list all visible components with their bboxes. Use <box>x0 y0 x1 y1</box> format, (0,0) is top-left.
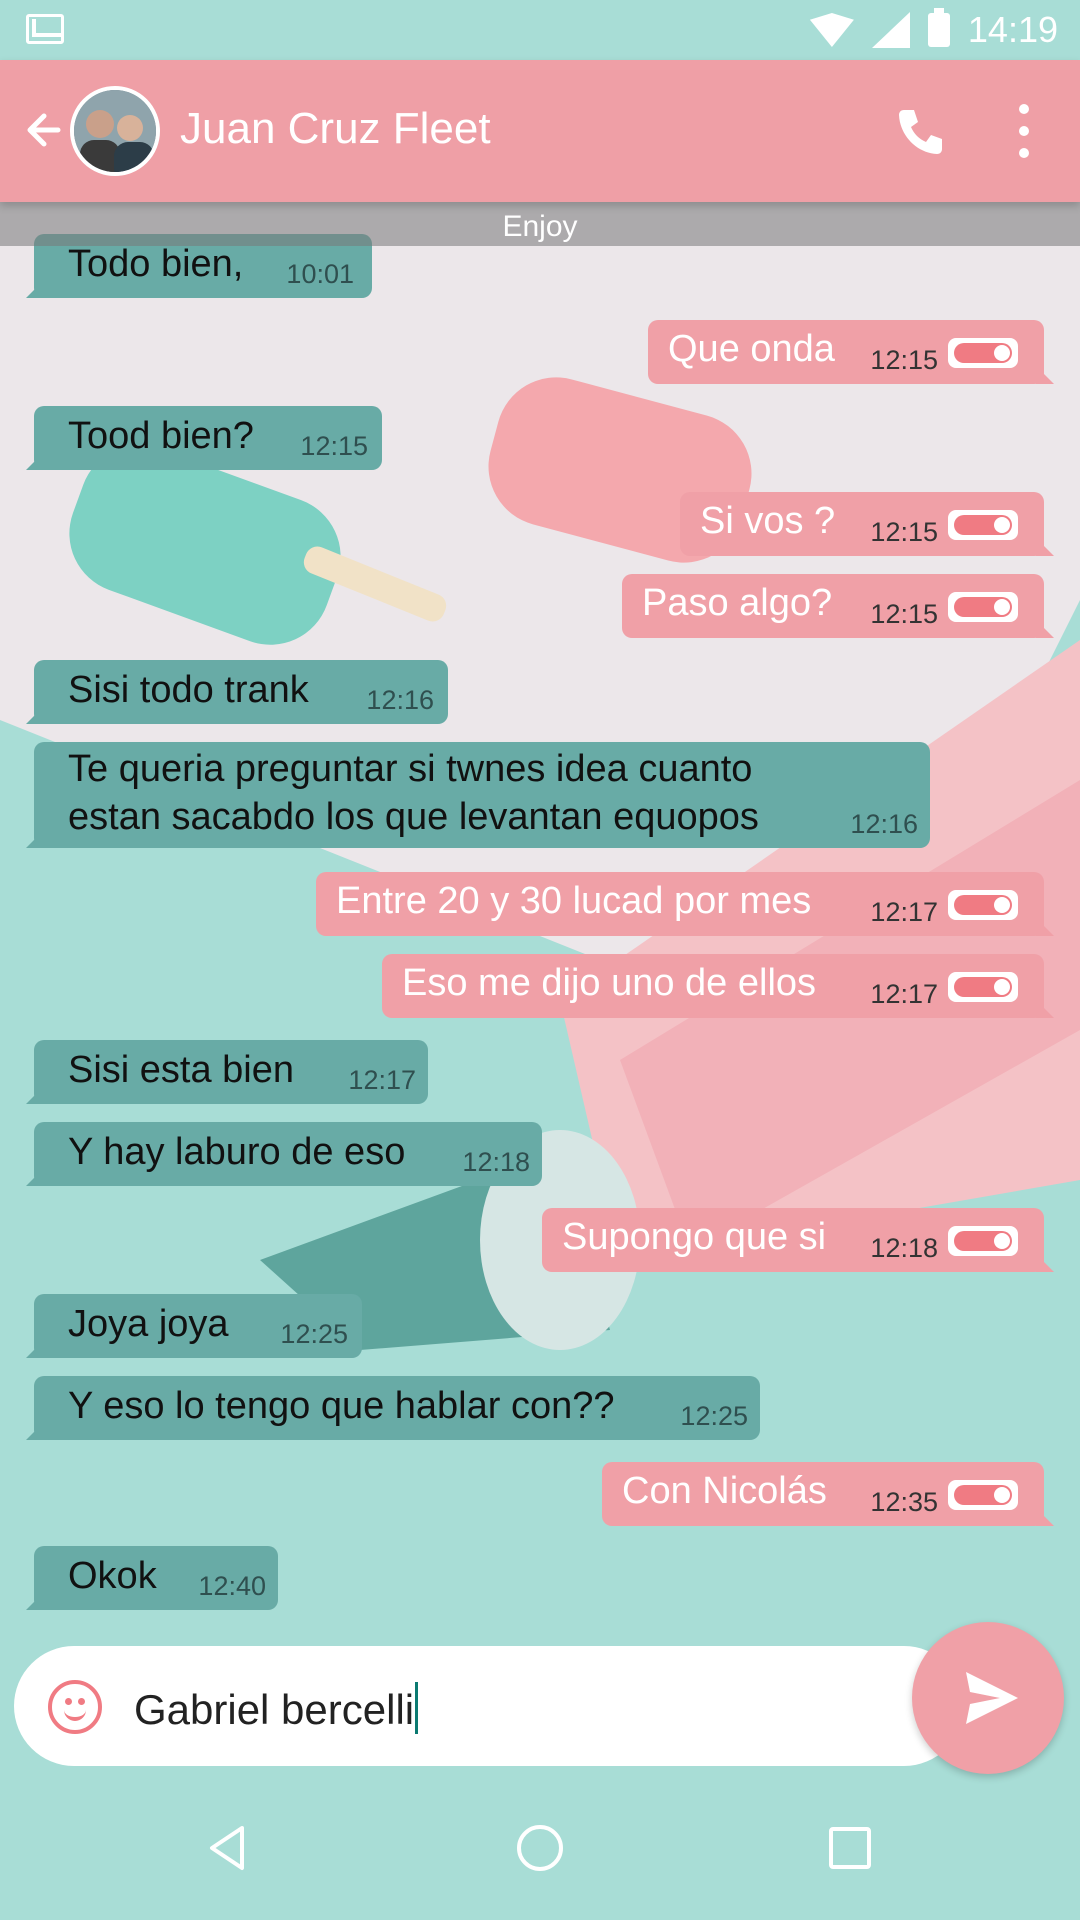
message-text: Okok <box>68 1555 157 1597</box>
message-time: 12:35 <box>870 1487 938 1517</box>
message-time: 12:17 <box>870 897 938 927</box>
message-outgoing[interactable]: Que onda 12:15 <box>648 320 1054 384</box>
system-navigation-bar <box>0 1776 1080 1920</box>
message-incoming[interactable]: Okok 12:40 <box>26 1546 278 1610</box>
message-text: Que onda <box>668 328 835 370</box>
message-time: 12:25 <box>280 1319 348 1349</box>
date-banner: Enjoy <box>0 202 1080 246</box>
message-outgoing[interactable]: Con Nicolás 12:35 <box>602 1462 1054 1526</box>
status-bar: 14:19 <box>0 0 1080 60</box>
message-time: 10:01 <box>286 259 354 289</box>
message-time: 12:17 <box>348 1065 416 1095</box>
message-text: Eso me dijo uno de ellos <box>402 962 817 1004</box>
message-input-value: Gabriel bercelli <box>134 1686 415 1733</box>
text-cursor <box>415 1682 419 1734</box>
message-text: Y hay laburo de eso <box>68 1131 406 1173</box>
message-text: Tood bien? <box>68 415 254 457</box>
message-time: 12:18 <box>462 1147 530 1177</box>
circle-home-icon[interactable] <box>514 1822 566 1874</box>
triangle-back-icon[interactable] <box>202 1822 254 1874</box>
send-icon <box>966 1672 1018 1724</box>
message-incoming[interactable]: Te queria preguntar si twnes idea cuanto… <box>26 742 930 848</box>
message-incoming[interactable]: Sisi todo trank 12:16 <box>26 660 448 724</box>
message-status-icon <box>948 1480 1018 1510</box>
message-time: 12:25 <box>680 1401 748 1431</box>
message-text: Supongo que si <box>562 1216 827 1258</box>
send-button[interactable] <box>912 1622 1064 1774</box>
emoji-icon[interactable] <box>48 1680 102 1734</box>
wifi-icon <box>809 13 854 47</box>
date-banner-label: Enjoy <box>502 210 578 243</box>
message-text: Entre 20 y 30 lucad por mes <box>336 880 812 922</box>
battery-icon <box>927 8 950 47</box>
message-text-line: Te queria preguntar si twnes idea cuanto <box>68 748 753 790</box>
message-outgoing[interactable]: Paso algo? 12:15 <box>622 574 1054 638</box>
message-time: 12:16 <box>850 809 918 839</box>
message-incoming[interactable]: Joya joya 12:25 <box>26 1294 362 1358</box>
message-text: Todo bien, <box>68 243 244 285</box>
message-time: 12:15 <box>870 517 938 547</box>
cell-signal-icon <box>871 12 910 48</box>
message-incoming[interactable]: Y hay laburo de eso 12:18 <box>26 1122 542 1186</box>
message-text: Sisi todo trank <box>68 669 309 711</box>
message-outgoing[interactable]: Si vos ? 12:15 <box>680 492 1054 556</box>
message-text-line: estan sacabdo los que levantan equopos <box>68 796 759 838</box>
message-text: Paso algo? <box>642 582 833 624</box>
message-text: Y eso lo tengo que hablar con?? <box>68 1385 615 1427</box>
message-input[interactable]: Gabriel bercelli <box>134 1682 419 1734</box>
message-status-icon <box>948 1226 1018 1256</box>
message-time: 12:15 <box>870 599 938 629</box>
message-outgoing[interactable]: Supongo que si 12:18 <box>542 1208 1054 1272</box>
message-text: Con Nicolás <box>622 1470 827 1512</box>
more-vert-icon[interactable] <box>1000 98 1048 164</box>
message-composer: Gabriel bercelli <box>14 1646 964 1766</box>
message-status-icon <box>948 510 1018 540</box>
message-incoming[interactable]: Sisi esta bien 12:17 <box>26 1040 428 1104</box>
message-status-icon <box>948 890 1018 920</box>
message-time: 12:15 <box>870 345 938 375</box>
contact-name[interactable]: Juan Cruz Fleet <box>180 104 491 154</box>
message-time: 12:16 <box>366 685 434 715</box>
chat-header: Juan Cruz Fleet <box>0 60 1080 202</box>
message-status-icon <box>948 972 1018 1002</box>
message-text: Sisi esta bien <box>68 1049 295 1091</box>
square-recents-icon[interactable] <box>824 1822 876 1874</box>
message-status-icon <box>948 338 1018 368</box>
message-outgoing[interactable]: Entre 20 y 30 lucad por mes 12:17 <box>316 872 1054 936</box>
phone-icon[interactable] <box>890 102 950 162</box>
avatar[interactable] <box>70 86 160 176</box>
message-outgoing[interactable]: Eso me dijo uno de ellos 12:17 <box>382 954 1054 1018</box>
status-time: 14:19 <box>967 9 1058 50</box>
message-text: Si vos ? <box>700 500 836 542</box>
message-time: 12:18 <box>870 1233 938 1263</box>
message-incoming[interactable]: Tood bien? 12:15 <box>26 406 382 470</box>
message-text: Joya joya <box>68 1303 229 1345</box>
message-time: 12:17 <box>870 979 938 1009</box>
message-time: 12:40 <box>198 1571 266 1601</box>
message-status-icon <box>948 592 1018 622</box>
message-time: 12:15 <box>300 431 368 461</box>
gmail-notification-icon <box>26 14 64 44</box>
message-incoming[interactable]: Y eso lo tengo que hablar con?? 12:25 <box>26 1376 760 1440</box>
arrow-left-icon[interactable] <box>18 102 74 158</box>
